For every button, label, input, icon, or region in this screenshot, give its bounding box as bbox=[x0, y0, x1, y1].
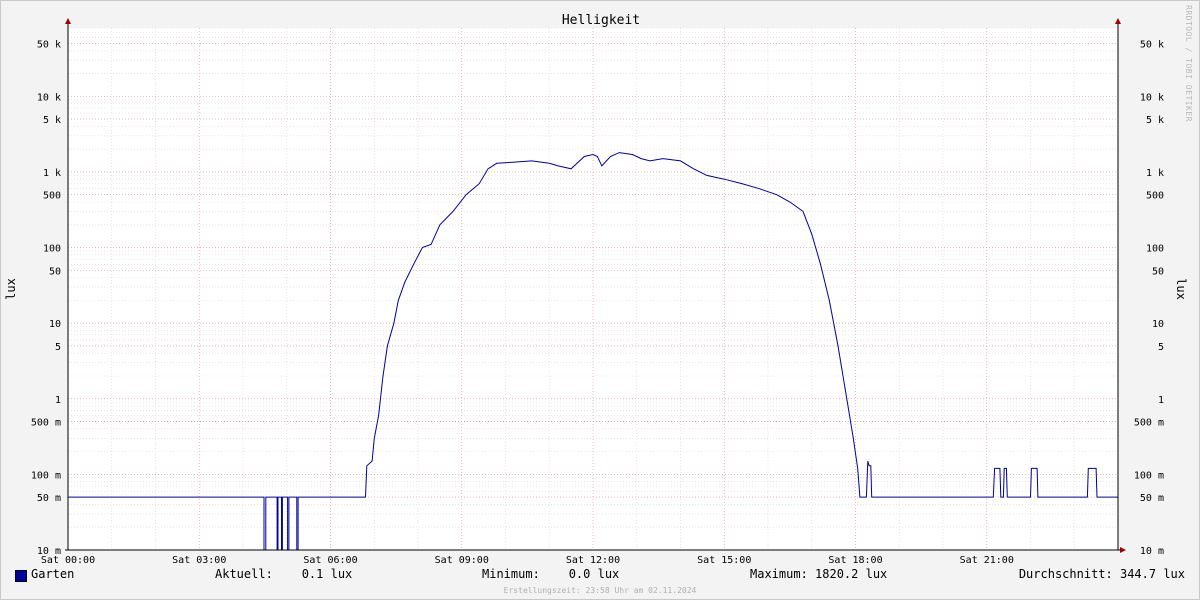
y-tick-label-left: 100 bbox=[43, 244, 61, 255]
y-tick-label-right: 100 bbox=[1146, 244, 1164, 255]
y-tick-label-left: 500 m bbox=[31, 418, 61, 429]
chart-title: Helligkeit bbox=[562, 13, 640, 28]
x-tick-label: Sat 06:00 bbox=[303, 555, 357, 566]
y-tick-label-right: 10 k bbox=[1140, 92, 1164, 103]
y-tick-labels-right: 50 k 10 k 5 k 1 k 500 100 50 10 5 1 500 m 100 m 50 m… bbox=[1134, 39, 1164, 557]
footer-timestamp: Erstellungszeit: 23:58 Uhr am 02.11.2024 bbox=[503, 586, 697, 595]
y-tick-label-right: 100 m bbox=[1134, 470, 1164, 481]
x-tick-label: Sat 12:00 bbox=[566, 555, 620, 566]
x-axis-arrow bbox=[1120, 547, 1126, 553]
legend-minimum: Minimum: 0.0 lux bbox=[482, 567, 620, 581]
y-tick-label-right: 1 k bbox=[1146, 168, 1164, 179]
y-tick-label-left: 50 m bbox=[37, 493, 61, 504]
legend-average: Durchschnitt: 344.7 lux bbox=[1018, 567, 1185, 581]
y-axis-arrow-right bbox=[1115, 18, 1121, 24]
y-tick-label-left: 1 bbox=[55, 395, 61, 406]
y-tick-label-right: 50 k bbox=[1140, 39, 1164, 50]
legend-swatch-garten bbox=[15, 570, 27, 582]
y-tick-label-left: 10 bbox=[49, 319, 61, 330]
y-tick-label-left: 50 k bbox=[37, 39, 61, 50]
y-tick-label-right: 500 m bbox=[1134, 418, 1164, 429]
x-tick-label: Sat 09:00 bbox=[435, 555, 489, 566]
y-tick-label-left: 100 m bbox=[31, 470, 61, 481]
y-tick-label-right: 10 m bbox=[1140, 546, 1164, 557]
brightness-chart: 50 k 10 k 5 k 1 k 500 100 50 10 5 1 500 m 100 m 50 m… bbox=[4, 13, 1188, 566]
y-tick-label-right: 5 bbox=[1158, 342, 1164, 353]
x-tick-label: Sat 03:00 bbox=[172, 555, 226, 566]
legend: Garten Aktuell: 0.1 lux Minimum: 0.0 lux… bbox=[1, 567, 1199, 585]
x-tick-label: Sat 18:00 bbox=[828, 555, 882, 566]
chart-window: 50 k 10 k 5 k 1 k 500 100 50 10 5 1 500 m 100 m 50 m… bbox=[0, 0, 1200, 600]
y-tick-label-right: 1 bbox=[1158, 395, 1164, 406]
y-tick-labels-left: 50 k 10 k 5 k 1 k 500 100 50 10 5 1 500 m 100 m 50 m… bbox=[31, 39, 61, 557]
y-tick-label-left: 5 bbox=[55, 342, 61, 353]
legend-maximum: Maximum: 1820.2 lux bbox=[750, 567, 888, 581]
legend-current: Aktuell: 0.1 lux bbox=[215, 567, 353, 581]
y-tick-label-right: 10 bbox=[1152, 319, 1164, 330]
x-tick-label: Sat 00:00 bbox=[41, 555, 95, 566]
x-tick-labels: Sat 00:00 Sat 03:00 Sat 06:00 Sat 09:00 Sat … bbox=[41, 555, 1014, 566]
y-tick-label-left: 50 bbox=[49, 266, 61, 277]
y-tick-label-right: 50 m bbox=[1140, 493, 1164, 504]
y-tick-label-right: 5 k bbox=[1146, 115, 1164, 126]
legend-series-name: Garten bbox=[31, 567, 75, 581]
y-axis-label-right: lux bbox=[1174, 278, 1188, 300]
y-tick-label-right: 500 bbox=[1146, 191, 1164, 202]
y-tick-label-left: 500 bbox=[43, 191, 61, 202]
y-axis-label-left: lux bbox=[4, 278, 18, 300]
y-tick-label-left: 10 k bbox=[37, 92, 61, 103]
x-tick-label: Sat 15:00 bbox=[697, 555, 751, 566]
y-axis-arrow-left bbox=[65, 18, 71, 24]
x-tick-label: Sat 21:00 bbox=[960, 555, 1014, 566]
rrdtool-watermark: RRDTOOL / TOBI OETIKER bbox=[1184, 5, 1193, 122]
y-tick-label-right: 50 bbox=[1152, 266, 1164, 277]
y-tick-label-left: 1 k bbox=[43, 168, 61, 179]
y-tick-label-left: 5 k bbox=[43, 115, 61, 126]
